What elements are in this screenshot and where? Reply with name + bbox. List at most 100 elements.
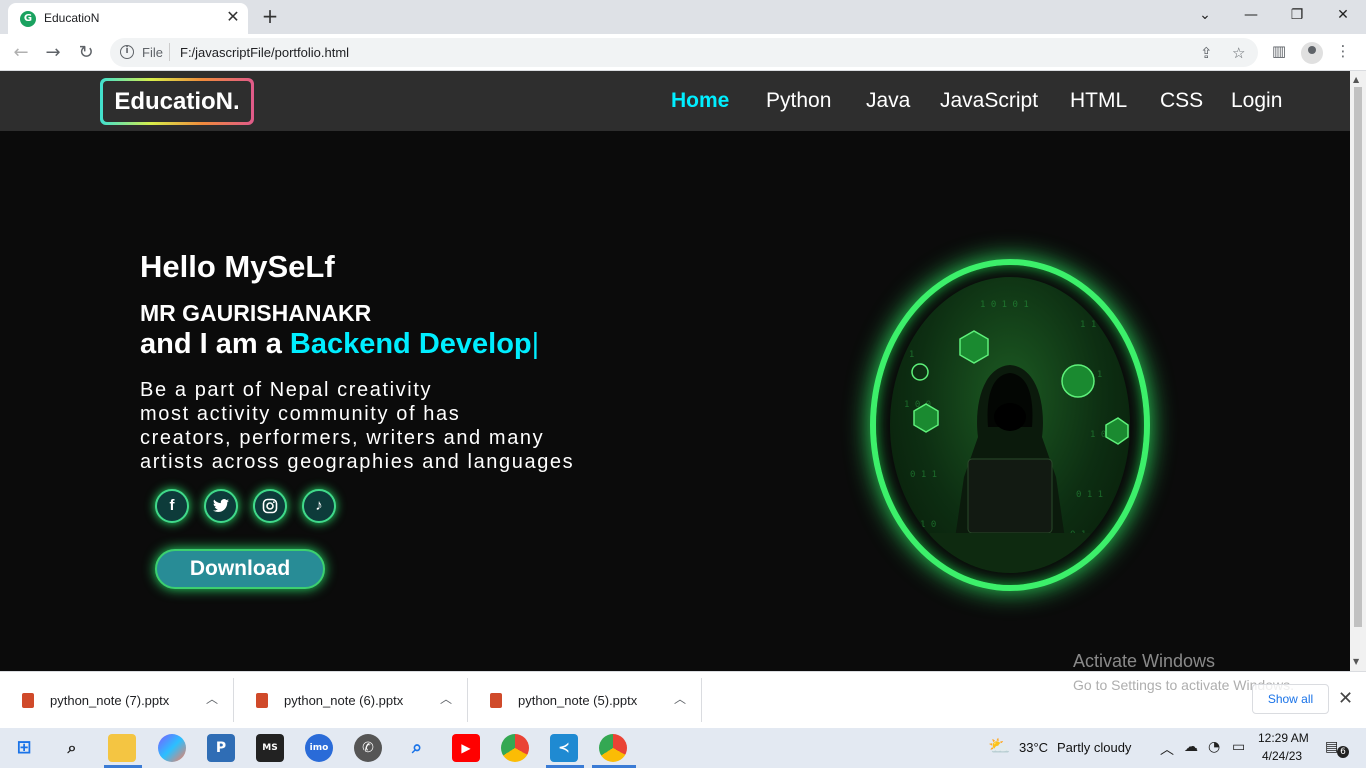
- vscode-icon[interactable]: ≺: [550, 734, 578, 762]
- pptx-file-icon: [256, 693, 268, 708]
- side-panel-icon[interactable]: ▥: [1268, 42, 1290, 64]
- address-bar[interactable]: i File F:/javascriptFile/portfolio.html …: [110, 38, 1258, 67]
- svg-text:0 1 1: 0 1 1: [910, 470, 937, 480]
- weather-partly-cloudy-icon[interactable]: ⛅: [988, 736, 1010, 757]
- onedrive-cloud-icon[interactable]: ☁: [1184, 739, 1198, 755]
- python-icon[interactable]: P: [207, 734, 235, 762]
- ms-app-icon[interactable]: MS: [256, 734, 284, 762]
- twitter-icon[interactable]: [204, 489, 238, 523]
- svg-text:1 0: 1 0: [920, 520, 936, 530]
- weather-temperature[interactable]: 33°C: [1019, 740, 1048, 755]
- imo-icon[interactable]: imo: [305, 734, 333, 762]
- forward-button[interactable]: →: [40, 40, 66, 66]
- wifi-icon[interactable]: ◔: [1208, 739, 1220, 755]
- battery-icon[interactable]: ▭: [1232, 739, 1245, 755]
- reload-button[interactable]: ↻: [73, 40, 99, 66]
- download-item[interactable]: python_note (5).pptx ︿: [470, 678, 702, 722]
- file-explorer-icon[interactable]: [108, 734, 136, 762]
- typing-cursor: |: [531, 328, 540, 360]
- site-navbar: EducatioN. Home Python Java JavaScript H…: [0, 71, 1350, 131]
- hero-bio-line: artists across geographies and languages: [140, 451, 575, 473]
- hero-bio-line: creators, performers, writers and many: [140, 427, 545, 449]
- chrome-icon[interactable]: [501, 734, 529, 762]
- nav-python[interactable]: Python: [766, 89, 831, 113]
- back-button[interactable]: ←: [8, 40, 34, 66]
- hero-role-prefix: and I am a: [140, 328, 290, 360]
- minimize-button[interactable]: —: [1239, 4, 1263, 26]
- weather-description[interactable]: Partly cloudy: [1057, 740, 1131, 755]
- scroll-up-arrow-icon[interactable]: ▲: [1353, 75, 1359, 84]
- svg-text:0 1 1: 0 1 1: [1076, 490, 1103, 500]
- nav-javascript[interactable]: JavaScript: [940, 89, 1038, 113]
- pptx-file-icon: [22, 693, 34, 708]
- nav-css[interactable]: CSS: [1160, 89, 1203, 113]
- download-filename: python_note (5).pptx: [518, 693, 638, 708]
- chevron-up-icon[interactable]: ︿: [674, 690, 686, 707]
- share-icon[interactable]: ⇪: [1200, 44, 1213, 62]
- svg-text:1 0 1 0 1: 1 0 1 0 1: [980, 300, 1029, 310]
- svg-text:1 0 1: 1 0 1: [898, 310, 925, 320]
- facebook-icon[interactable]: f: [155, 489, 189, 523]
- browser-tab-bar: G EducatioN ✕ + ⌄ — ❐ ✕: [0, 0, 1366, 34]
- nav-html[interactable]: HTML: [1070, 89, 1127, 113]
- pptx-file-icon: [490, 693, 502, 708]
- tab-favicon-icon: G: [20, 11, 36, 27]
- site-logo[interactable]: EducatioN.: [100, 78, 254, 125]
- scroll-thumb[interactable]: [1354, 87, 1362, 627]
- clock-date[interactable]: 4/24/23: [1262, 749, 1302, 763]
- download-button[interactable]: Download: [155, 549, 325, 589]
- hacker-illustration: 1 0 10 11 0 0 0 1 11 1 00 1 1 00 1 11 0 …: [890, 277, 1130, 573]
- new-tab-button[interactable]: +: [258, 5, 282, 29]
- download-item[interactable]: python_note (6).pptx ︿: [236, 678, 468, 722]
- browser-toolbar: ← → ↻ i File F:/javascriptFile/portfolio…: [0, 34, 1366, 71]
- tab-title: EducatioN: [44, 11, 100, 25]
- show-all-downloads-button[interactable]: Show all: [1252, 684, 1329, 714]
- download-item[interactable]: python_note (7).pptx ︿: [2, 678, 234, 722]
- copilot-icon[interactable]: [158, 734, 186, 762]
- activate-windows-title: Activate Windows: [1073, 651, 1216, 671]
- nav-java[interactable]: Java: [866, 89, 910, 113]
- profile-avatar[interactable]: [1301, 42, 1323, 64]
- nav-login[interactable]: Login: [1231, 89, 1282, 113]
- windows-taskbar: ⊞ ⌕ P MS imo ✆ ⌕ ▶ ≺ ⛅ 33°C Partly cloud…: [0, 728, 1366, 768]
- clock-time[interactable]: 12:29 AM: [1258, 731, 1309, 745]
- notification-count-badge: 6: [1337, 746, 1349, 758]
- web-page: EducatioN. Home Python Java JavaScript H…: [0, 71, 1350, 671]
- windows-start-icon[interactable]: ⊞: [10, 734, 38, 762]
- page-scrollbar[interactable]: ▲ ▼: [1350, 71, 1366, 671]
- hero-bio-line: most activity community of has: [140, 403, 461, 425]
- chevron-up-icon[interactable]: ︿: [206, 690, 218, 707]
- downloads-close-icon[interactable]: ✕: [1338, 688, 1353, 709]
- bookmark-star-icon[interactable]: ☆: [1232, 44, 1245, 62]
- hero-role-line: and I am a Backend Develop|: [140, 328, 539, 361]
- chevron-up-icon[interactable]: ︿: [440, 690, 452, 707]
- restore-button[interactable]: ❐: [1285, 4, 1309, 26]
- url-text[interactable]: F:/javascriptFile/portfolio.html: [180, 45, 349, 60]
- window-close-button[interactable]: ✕: [1331, 4, 1355, 26]
- search-icon[interactable]: ⌕: [58, 734, 86, 762]
- hero-name: MR GAURISHANAKR: [140, 300, 372, 326]
- tab-search-chevron-icon[interactable]: ⌄: [1193, 4, 1217, 26]
- browser-tab[interactable]: G EducatioN ✕: [8, 3, 248, 34]
- svg-text:1 1 0: 1 1 0: [1080, 320, 1107, 330]
- search-app-icon[interactable]: ⌕: [403, 734, 431, 762]
- tab-close-icon[interactable]: ✕: [224, 8, 242, 26]
- nav-home[interactable]: Home: [671, 89, 729, 113]
- menu-kebab-icon[interactable]: ⋮: [1332, 42, 1354, 64]
- info-icon[interactable]: i: [120, 45, 134, 59]
- instagram-icon[interactable]: [253, 489, 287, 523]
- file-scheme-label: File: [142, 45, 163, 60]
- scroll-down-arrow-icon[interactable]: ▼: [1353, 657, 1359, 666]
- url-separator: [169, 43, 170, 61]
- hero-bio-line: Be a part of Nepal creativity: [140, 379, 433, 401]
- chrome-icon[interactable]: [599, 734, 627, 762]
- download-filename: python_note (6).pptx: [284, 693, 404, 708]
- chevron-up-tray-icon[interactable]: ︿: [1160, 739, 1174, 759]
- download-filename: python_note (7).pptx: [50, 693, 170, 708]
- whatsapp-icon[interactable]: ✆: [354, 734, 382, 762]
- svg-text:1 0: 1 0: [1090, 430, 1106, 440]
- svg-text:0 1: 0 1: [898, 350, 914, 360]
- hero-image-frame: 1 0 10 11 0 0 0 1 11 1 00 1 1 00 1 11 0 …: [870, 259, 1150, 591]
- tiktok-icon[interactable]: ♪: [302, 489, 336, 523]
- youtube-icon[interactable]: ▶: [452, 734, 480, 762]
